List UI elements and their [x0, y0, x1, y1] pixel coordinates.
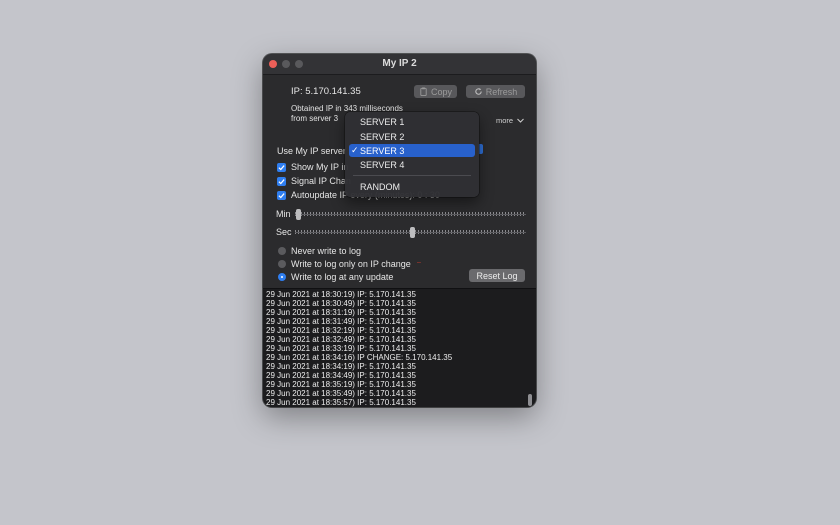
- app-window: My IP 2 IP: 5.170.141.35 Copy Refresh Ob…: [263, 54, 536, 407]
- log-line: 29 Jun 2021 at 18:34:19) IP: 5.170.141.3…: [266, 362, 416, 371]
- log-line: 29 Jun 2021 at 18:30:49) IP: 5.170.141.3…: [266, 299, 416, 308]
- radio-any-label: Write to log at any update: [291, 272, 394, 282]
- more-label: more: [496, 116, 514, 125]
- seconds-slider[interactable]: [295, 227, 526, 238]
- menu-item-server-4[interactable]: SERVER 4: [349, 158, 475, 171]
- menu-item-label: SERVER 3: [360, 145, 405, 156]
- copy-label: Copy: [430, 86, 452, 97]
- radio-never-log[interactable]: Never write to log: [278, 246, 361, 256]
- checkbox-show-label: Show My IP in: [291, 162, 349, 172]
- server-dropdown-menu: SERVER 1 SERVER 2 ✓ SERVER 3 SERVER 4 RAN…: [345, 112, 479, 197]
- log-line: 29 Jun 2021 at 18:33:19) IP: 5.170.141.3…: [266, 344, 416, 353]
- menu-item-server-1[interactable]: SERVER 1: [349, 115, 475, 128]
- refresh-label: Refresh: [485, 86, 518, 97]
- radio-log-any-update[interactable]: Write to log at any update: [278, 272, 393, 282]
- checkmark-icon: [278, 178, 285, 184]
- minutes-slider[interactable]: [295, 209, 526, 220]
- checkbox-signal-change[interactable]: Signal IP Chan: [277, 176, 351, 186]
- menu-item-label: SERVER 1: [360, 116, 405, 127]
- checkbox-show-box[interactable]: [277, 162, 286, 172]
- minutes-slider-track: [295, 213, 526, 215]
- radio-any-dot[interactable]: [278, 273, 286, 281]
- log-line: 29 Jun 2021 at 18:34:16) IP CHANGE: 5.17…: [266, 353, 453, 362]
- log-line: 29 Jun 2021 at 18:35:49) IP: 5.170.141.3…: [266, 389, 416, 398]
- menu-item-server-2[interactable]: SERVER 2: [349, 130, 475, 143]
- seconds-slider-thumb[interactable]: [410, 227, 415, 238]
- chevron-down-icon: [517, 118, 524, 123]
- clipboard-icon: [420, 87, 427, 96]
- checkbox-show-in-menubar[interactable]: Show My IP in: [277, 162, 348, 172]
- radio-log-on-change[interactable]: Write to log only on IP change: [278, 259, 411, 269]
- radio-change-label: Write to log only on IP change: [291, 259, 411, 269]
- log-line: 29 Jun 2021 at 18:34:49) IP: 5.170.141.3…: [266, 371, 416, 380]
- log-line: 29 Jun 2021 at 18:35:19) IP: 5.170.141.3…: [266, 380, 416, 389]
- window-title: My IP 2: [382, 58, 417, 69]
- checkmark-icon: [278, 192, 285, 198]
- log-line: 29 Jun 2021 at 18:30:19) IP: 5.170.141.3…: [266, 290, 416, 299]
- checkmark-icon: ✓: [351, 145, 359, 155]
- log-line: 29 Jun 2021 at 18:35:57) IP: 5.170.141.3…: [266, 398, 416, 407]
- refresh-button[interactable]: Refresh: [466, 85, 525, 98]
- change-indicator-icon: –: [417, 259, 421, 266]
- log-line: 29 Jun 2021 at 18:32:49) IP: 5.170.141.3…: [266, 335, 416, 344]
- minutes-label: Min: [276, 209, 291, 219]
- checkmark-icon: [278, 164, 285, 170]
- checkbox-signal-box[interactable]: [277, 176, 286, 186]
- log-scrollbar[interactable]: [528, 394, 532, 406]
- refresh-icon: [475, 88, 482, 95]
- checkbox-autoupdate-box[interactable]: [277, 190, 286, 200]
- seconds-label: Sec: [276, 227, 292, 237]
- menu-item-label: SERVER 4: [360, 159, 405, 170]
- more-disclosure[interactable]: more: [496, 116, 524, 125]
- log-line: 29 Jun 2021 at 18:31:19) IP: 5.170.141.3…: [266, 308, 416, 317]
- copy-button[interactable]: Copy: [414, 85, 457, 98]
- radio-never-dot[interactable]: [278, 247, 286, 255]
- menu-item-random[interactable]: RANDOM: [349, 180, 475, 193]
- minutes-slider-thumb[interactable]: [296, 209, 301, 220]
- radio-never-label: Never write to log: [291, 246, 362, 256]
- menu-separator: [353, 175, 471, 176]
- title-bar[interactable]: My IP 2: [263, 54, 536, 75]
- reset-log-button[interactable]: Reset Log: [469, 269, 525, 282]
- log-line: 29 Jun 2021 at 18:32:19) IP: 5.170.141.3…: [266, 326, 416, 335]
- menu-item-server-3[interactable]: ✓ SERVER 3: [349, 144, 475, 157]
- log-line: 29 Jun 2021 at 18:31:49) IP: 5.170.141.3…: [266, 317, 416, 326]
- checkbox-signal-label: Signal IP Chan: [291, 176, 351, 186]
- radio-change-dot[interactable]: [278, 260, 286, 268]
- ip-address: IP: 5.170.141.35: [291, 86, 361, 97]
- log-view[interactable]: 29 Jun 2021 at 18:30:19) IP: 5.170.141.3…: [263, 288, 536, 407]
- menu-item-label: SERVER 2: [360, 131, 405, 142]
- server-label: Use My IP server: [277, 146, 346, 156]
- menu-item-label: RANDOM: [360, 181, 400, 192]
